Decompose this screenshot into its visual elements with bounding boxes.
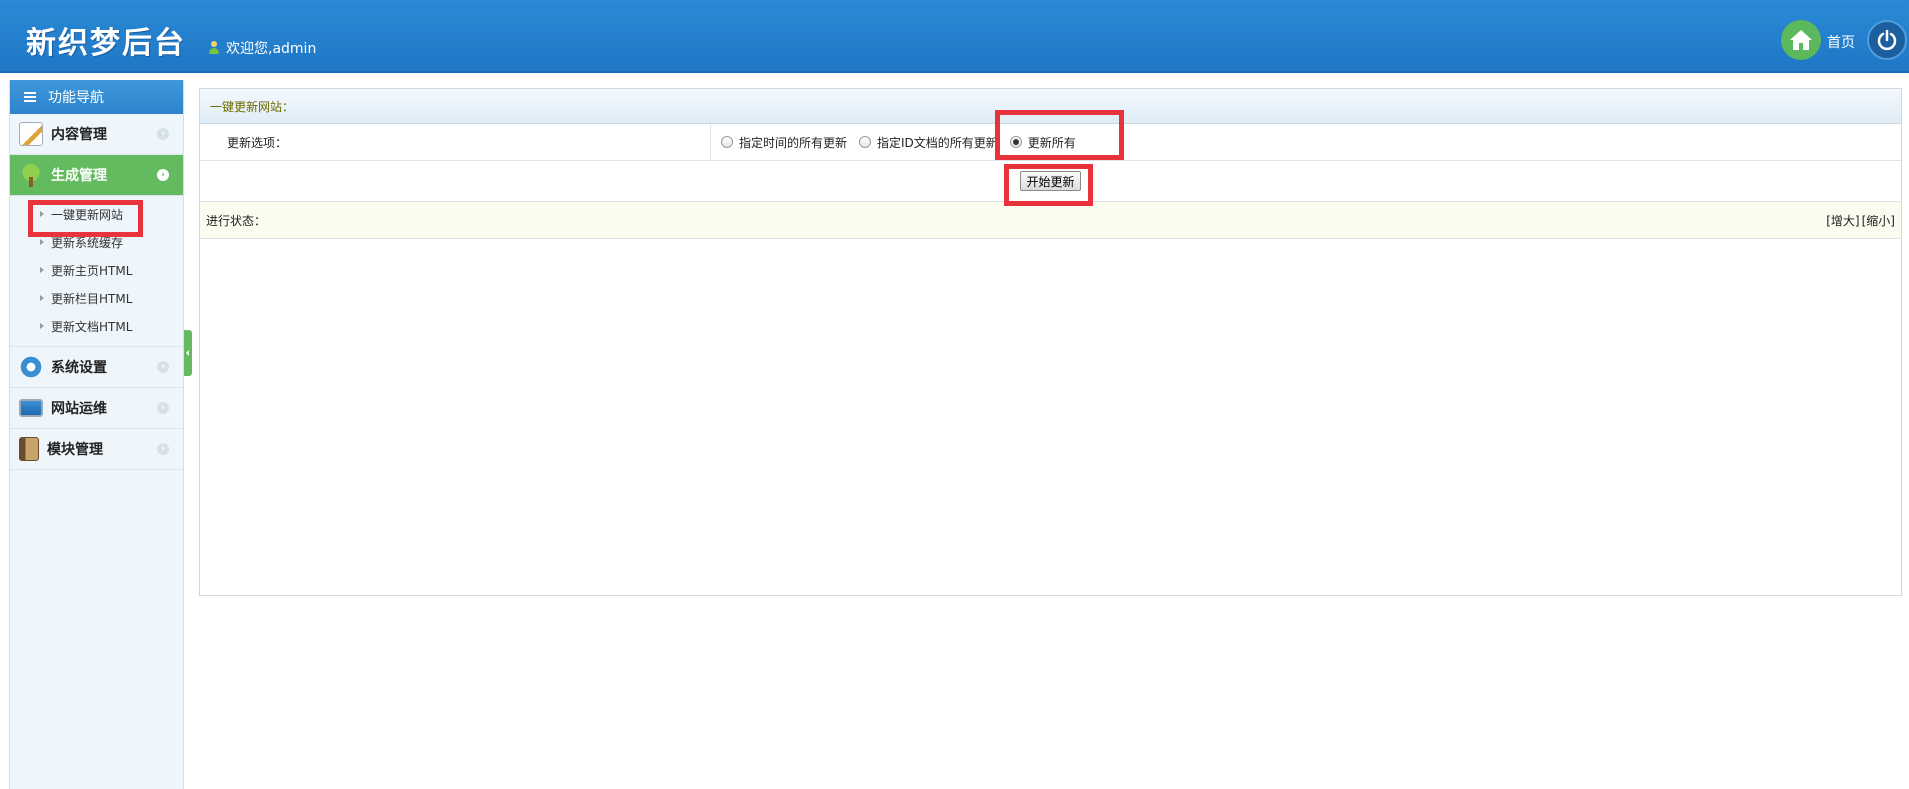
triangle-right-icon bbox=[40, 295, 44, 301]
sidebar-item-content[interactable]: 内容管理 › bbox=[10, 114, 183, 155]
list-icon bbox=[24, 92, 36, 102]
chevron-right-icon: › bbox=[157, 128, 169, 140]
submenu-label: 更新文档HTML bbox=[51, 319, 133, 334]
submenu-update-home-html[interactable]: 更新主页HTML bbox=[10, 256, 183, 284]
option-radios: 指定时间的所有更新 指定ID文档的所有更新 更新所有 bbox=[711, 124, 1901, 160]
sidebar-item-label: 模块管理 bbox=[47, 442, 103, 458]
status-row: 进行状态： [增大] [缩小] bbox=[200, 202, 1901, 239]
home-icon bbox=[1790, 30, 1812, 50]
sidebar-item-generate[interactable]: 生成管理 › bbox=[10, 155, 183, 196]
radio-button[interactable] bbox=[721, 136, 733, 148]
home-link[interactable]: 首页 bbox=[1827, 32, 1855, 52]
sidebar-item-settings[interactable]: 系统设置 › bbox=[10, 347, 183, 388]
gear-icon bbox=[19, 355, 43, 379]
shrink-link[interactable]: [缩小] bbox=[1862, 214, 1895, 228]
sidebar-collapse-handle[interactable] bbox=[184, 330, 192, 376]
book-icon bbox=[19, 437, 39, 461]
app-logo: 新织梦后台 bbox=[26, 26, 186, 61]
highlight-box-start-button bbox=[1004, 164, 1093, 206]
submenu-update-doc-html[interactable]: 更新文档HTML bbox=[10, 312, 183, 340]
triangle-right-icon bbox=[40, 239, 44, 245]
sidebar-item-label: 网站运维 bbox=[51, 401, 107, 417]
chevron-right-icon: › bbox=[157, 361, 169, 373]
sidebar-item-label: 内容管理 bbox=[51, 127, 107, 143]
option-label: 更新选项： bbox=[200, 124, 711, 160]
enlarge-link[interactable]: [增大] bbox=[1826, 214, 1859, 228]
sidebar: 功能导航 内容管理 › 生成管理 › 一键更新网站 更新系统缓存 更新主页HTM… bbox=[9, 80, 184, 789]
chevron-right-icon: › bbox=[157, 402, 169, 414]
submenu-label: 更新栏目HTML bbox=[51, 291, 133, 306]
status-size-controls: [增大] [缩小] bbox=[1824, 212, 1895, 229]
radio-button[interactable] bbox=[859, 136, 872, 148]
tree-icon bbox=[19, 163, 43, 187]
sidebar-header: 功能导航 bbox=[10, 80, 183, 114]
radio-time-updates[interactable]: 指定时间的所有更新 bbox=[721, 134, 847, 151]
submenu-update-column-html[interactable]: 更新栏目HTML bbox=[10, 284, 183, 312]
highlight-box-update-all bbox=[995, 110, 1124, 160]
user-icon bbox=[208, 41, 220, 55]
triangle-right-icon bbox=[40, 267, 44, 273]
sidebar-item-label: 生成管理 bbox=[51, 168, 107, 184]
sidebar-title: 功能导航 bbox=[48, 90, 104, 106]
chevron-right-icon: › bbox=[157, 443, 169, 455]
monitor-icon bbox=[19, 399, 43, 417]
home-button[interactable] bbox=[1781, 20, 1821, 60]
power-icon bbox=[1877, 29, 1897, 51]
top-header: 新织梦后台 欢迎您,admin 首页 bbox=[0, 0, 1909, 73]
radio-label: 指定ID文档的所有更新 bbox=[877, 135, 998, 150]
welcome-label: 欢迎您,admin bbox=[226, 41, 317, 57]
welcome-text: 欢迎您,admin bbox=[208, 38, 316, 58]
triangle-right-icon bbox=[40, 323, 44, 329]
status-label: 进行状态： bbox=[206, 213, 267, 228]
radio-id-updates[interactable]: 指定ID文档的所有更新 bbox=[859, 134, 998, 151]
edit-icon bbox=[19, 122, 43, 146]
sidebar-item-label: 系统设置 bbox=[51, 360, 107, 376]
sidebar-item-modules[interactable]: 模块管理 › bbox=[10, 429, 183, 470]
highlight-box-submenu bbox=[28, 200, 143, 237]
submenu-label: 更新主页HTML bbox=[51, 263, 133, 278]
sidebar-item-ops[interactable]: 网站运维 › bbox=[10, 388, 183, 429]
logout-button[interactable] bbox=[1867, 20, 1907, 60]
radio-label: 指定时间的所有更新 bbox=[739, 135, 848, 150]
chevron-right-icon: › bbox=[157, 169, 169, 181]
